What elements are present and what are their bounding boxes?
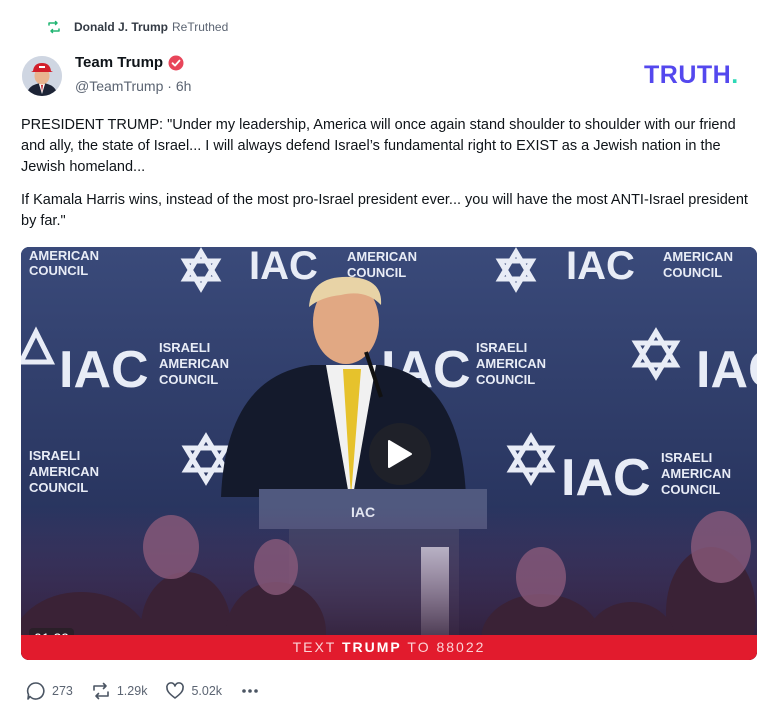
backdrop-logo: IAC — [249, 247, 318, 288]
backdrop-org-line: AMERICAN — [29, 248, 99, 263]
play-button[interactable] — [369, 423, 431, 485]
backdrop-org-line: AMERICAN — [347, 249, 417, 264]
backdrop-org-line: COUNCIL — [476, 372, 535, 387]
truth-logo-dot: . — [731, 61, 739, 89]
retruth-action-label: ReTruthed — [172, 20, 229, 34]
more-button[interactable] — [240, 681, 266, 701]
backdrop-org-line: AMERICAN — [29, 464, 99, 479]
retruth-icon — [48, 20, 60, 34]
like-button[interactable]: 5.02k — [165, 681, 222, 701]
post-paragraph: PRESIDENT TRUMP: "Under my leadership, A… — [21, 117, 736, 175]
author-handle[interactable]: @TeamTrump — [75, 78, 163, 94]
banner-keyword: TRUMP — [341, 639, 402, 655]
author-name[interactable]: Team Trump — [75, 54, 184, 71]
reply-button[interactable]: 273 — [26, 681, 73, 701]
play-icon — [388, 440, 412, 468]
post-body: PRESIDENT TRUMP: "Under my leadership, A… — [21, 115, 761, 244]
truth-logo-text: TRUTH — [644, 61, 732, 89]
retruth-user-link[interactable]: Donald J. Trump — [74, 20, 168, 34]
backdrop-logo: IAC — [566, 247, 635, 288]
retruth-action-icon — [93, 682, 109, 700]
backdrop-org-line: AMERICAN — [663, 249, 733, 264]
reply-count: 273 — [52, 684, 73, 698]
backdrop-logo: IAC — [696, 341, 757, 399]
like-icon — [166, 682, 185, 699]
reply-icon — [26, 682, 45, 700]
video-banner: TEXT TRUMP TO 88022 — [21, 635, 757, 660]
more-icon — [242, 689, 258, 693]
banner-prefix: TEXT — [292, 639, 342, 655]
backdrop-org-line: COUNCIL — [663, 265, 722, 280]
video-player[interactable]: IAC IAC IAC IAC IAC IAC AMERICAN COUNCIL… — [21, 247, 757, 660]
author-name-label: Team Trump — [75, 54, 164, 71]
retruth-button[interactable]: 1.29k — [91, 681, 148, 701]
backdrop-org-line: AMERICAN — [159, 356, 229, 371]
backdrop-org-line: ISRAELI — [29, 448, 80, 463]
backdrop-org-line: ISRAELI — [476, 340, 527, 355]
like-count: 5.02k — [191, 684, 223, 698]
post-actions: 273 1.29k 5.02k — [26, 681, 284, 701]
truth-logo: TRUTH. — [644, 61, 739, 90]
backdrop-logo: IAC — [561, 449, 651, 507]
backdrop-org-line: ISRAELI — [159, 340, 210, 355]
backdrop-org-line: AMERICAN — [476, 356, 546, 371]
backdrop-org-line: COUNCIL — [29, 263, 88, 278]
avatar[interactable] — [22, 56, 62, 96]
author-meta: @TeamTrump · 6h — [75, 78, 191, 94]
retruth-count: 1.29k — [116, 684, 148, 698]
backdrop-org-line: COUNCIL — [159, 372, 218, 387]
post-paragraph: If Kamala Harris wins, instead of the mo… — [21, 192, 748, 229]
meta-separator: · — [167, 78, 176, 94]
backdrop-org-line: ISRAELI — [661, 450, 712, 465]
backdrop-org-line: AMERICAN — [661, 466, 731, 481]
post-timestamp[interactable]: 6h — [176, 78, 192, 94]
retruth-header: Donald J. Trump ReTruthed — [46, 19, 228, 35]
verified-icon — [168, 55, 184, 70]
backdrop-logo: IAC — [59, 341, 149, 399]
backdrop-org-line: COUNCIL — [661, 482, 720, 497]
banner-suffix: TO 88022 — [401, 639, 486, 655]
backdrop-org-line: COUNCIL — [29, 480, 88, 495]
